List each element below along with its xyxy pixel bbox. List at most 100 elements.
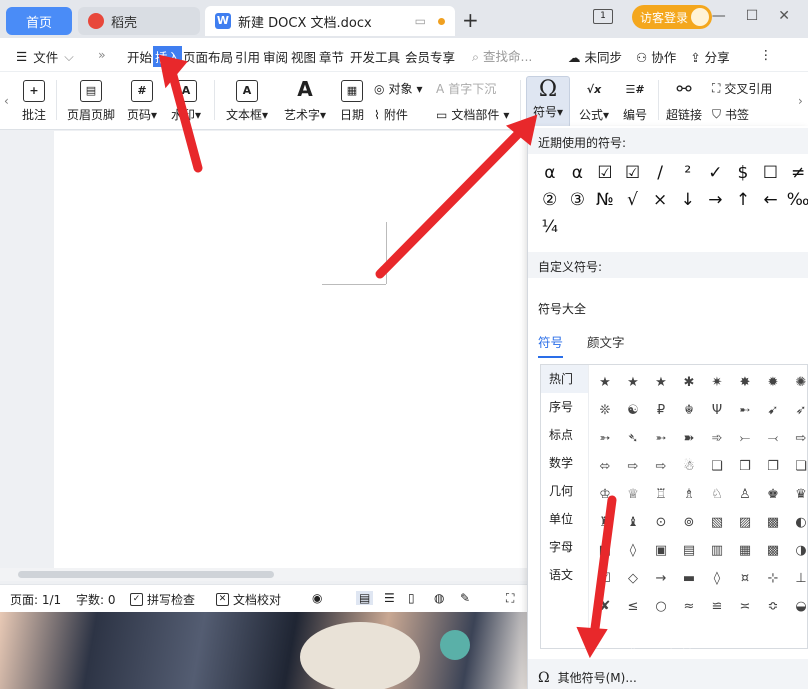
category-item[interactable]: 标点 [541, 421, 588, 449]
more-symbols-button[interactable]: Ω 其他符号(M)... [528, 659, 808, 689]
tab-home[interactable]: 首页 [6, 7, 72, 35]
symbol-cell[interactable]: ♗ [675, 481, 703, 509]
symbol-cell[interactable]: ♝ [619, 509, 647, 537]
attachment-button[interactable]: ⌇ 附件 [374, 106, 408, 123]
symbol-cell[interactable]: ❏ [787, 453, 808, 481]
recent-symbol[interactable]: α [536, 160, 564, 187]
doc-parts-button[interactable]: ▭ 文档部件 ▾ [436, 106, 509, 123]
page-number-button[interactable]: # 页码▾ [122, 80, 162, 123]
object-button[interactable]: ◎ 对象 ▾ [374, 80, 423, 97]
recent-symbol[interactable]: ← [757, 187, 785, 214]
hyperlink-button[interactable]: ⚯ 超链接 [664, 80, 704, 123]
recent-symbol[interactable]: ↓ [674, 187, 702, 214]
category-item[interactable]: 字母 [541, 533, 588, 561]
symbol-cell[interactable]: ₽ [647, 397, 675, 425]
tab-document[interactable]: W 新建 DOCX 文档.docx ▭ [205, 6, 455, 36]
symbol-button[interactable]: Ω 符号▾ [526, 76, 570, 128]
symbol-cell[interactable]: ◐ [787, 509, 808, 537]
recent-symbol[interactable]: ☑ [619, 160, 647, 187]
symbol-cell[interactable]: ➵ [647, 425, 675, 453]
minimize-icon[interactable]: — [712, 8, 726, 24]
category-item[interactable]: 单位 [541, 505, 588, 533]
symbol-cell[interactable]: ▦ [731, 537, 759, 565]
header-footer-button[interactable]: ▤ 页眉页脚 [64, 80, 118, 123]
symbol-cell[interactable]: ☯ [619, 397, 647, 425]
recent-symbol[interactable]: / [646, 160, 674, 187]
menu-chapter[interactable]: 章节 [319, 47, 344, 66]
tab-symbols[interactable]: 符号 [538, 332, 564, 358]
symbol-cell[interactable]: ▧ [703, 509, 731, 537]
symbol-cell[interactable]: ▩ [759, 537, 787, 565]
symbol-cell[interactable]: ♛ [787, 481, 808, 509]
recent-symbol[interactable]: ¼ [536, 214, 564, 241]
category-item[interactable]: 几何 [541, 477, 588, 505]
symbol-cell[interactable]: ◊ [619, 537, 647, 565]
new-tab-plus-icon[interactable]: + [462, 8, 479, 32]
menu-dev-tools[interactable]: 开发工具 [350, 47, 400, 66]
symbol-cell[interactable]: ✷ [703, 369, 731, 397]
kebab-icon[interactable]: ⋮ [760, 47, 773, 66]
category-item[interactable]: 热门 [541, 365, 588, 393]
symbol-cell[interactable]: ★ [591, 369, 619, 397]
symbol-cell[interactable]: ✱ [675, 369, 703, 397]
layout-icon[interactable]: 1 [593, 9, 613, 24]
recent-symbol[interactable]: → [702, 187, 730, 214]
reading-view-icon[interactable]: ▯ [408, 591, 415, 605]
symbol-cell[interactable]: ⇨ [647, 453, 675, 481]
recent-symbol[interactable]: ② [536, 187, 564, 214]
symbol-cell[interactable]: ❊ [591, 397, 619, 425]
symbol-cell[interactable]: ✸ [731, 369, 759, 397]
menu-review[interactable]: 审阅 [263, 47, 288, 66]
symbol-cell[interactable]: ♙ [731, 481, 759, 509]
web-view-icon[interactable]: ◍ [434, 591, 444, 605]
recent-symbol[interactable]: ✓ [702, 160, 730, 187]
bookmark-button[interactable]: ⛉ 书签 [712, 106, 749, 123]
maximize-icon[interactable]: ☐ [746, 8, 759, 24]
symbol-cell[interactable]: ♜ [591, 509, 619, 537]
symbol-cell[interactable]: ♖ [647, 481, 675, 509]
recent-symbol[interactable]: ↑ [729, 187, 757, 214]
symbol-cell[interactable]: ◇ [619, 565, 647, 593]
menu-view[interactable]: 视图 [291, 47, 316, 66]
sync-button[interactable]: ☁ 未同步 [568, 47, 622, 66]
menu-insert[interactable]: 插入 [153, 46, 183, 67]
symbol-cell[interactable]: ▩ [759, 509, 787, 537]
symbol-cell[interactable]: ★ [647, 369, 675, 397]
recent-symbol[interactable]: ☐ [757, 160, 785, 187]
symbol-cell[interactable]: → [647, 565, 675, 593]
category-item[interactable]: 语文 [541, 561, 588, 589]
recent-symbol[interactable]: α [564, 160, 592, 187]
symbol-cell[interactable]: ➳ [591, 425, 619, 453]
symbol-cell[interactable]: ⊹ [759, 565, 787, 593]
guest-login-button[interactable]: 访客登录 [632, 5, 712, 29]
numbering-button[interactable]: ☰# 编号 [618, 80, 652, 123]
proofread-button[interactable]: ✕ 文档校对 [216, 591, 281, 608]
symbol-cell[interactable]: ➾ [703, 425, 731, 453]
symbol-cell[interactable]: ✹ [759, 369, 787, 397]
recent-symbol[interactable]: ‰ [784, 187, 808, 214]
symbol-cell[interactable]: ➸ [731, 397, 759, 425]
recent-symbol[interactable]: $ [729, 160, 757, 187]
symbol-cell[interactable]: ⬄ [591, 453, 619, 481]
outline-view-icon[interactable]: ☰ [384, 591, 395, 605]
more-menus-icon[interactable]: » [98, 47, 106, 62]
menu-file[interactable]: ☰ 文件 ⌵ [16, 47, 74, 66]
wordart-button[interactable]: A 艺术字▾ [280, 79, 330, 123]
symbol-cell[interactable]: ⊚ [675, 509, 703, 537]
symbol-cell[interactable]: ☃ [675, 453, 703, 481]
dropcap-button[interactable]: A 首字下沉 [436, 80, 496, 97]
menu-references[interactable]: 引用 [235, 47, 260, 66]
monitor-icon[interactable]: ▭ [415, 14, 426, 28]
symbol-cell[interactable]: ➶ [787, 397, 808, 425]
menu-start[interactable]: 开始 [127, 47, 152, 66]
menu-member[interactable]: 会员专享 [405, 47, 455, 66]
document-page[interactable] [54, 131, 527, 571]
symbol-cell[interactable]: ❒ [731, 453, 759, 481]
symbol-cell[interactable]: ⊙ [647, 509, 675, 537]
symbol-cell[interactable]: ♘ [703, 481, 731, 509]
word-count[interactable]: 字数: 0 [76, 591, 116, 608]
symbol-cell[interactable]: ≎ [759, 593, 787, 621]
pen-icon[interactable]: ✎ [460, 591, 470, 605]
symbol-cell[interactable]: ☬ [675, 397, 703, 425]
symbol-cell[interactable]: ⊥ [787, 565, 808, 593]
